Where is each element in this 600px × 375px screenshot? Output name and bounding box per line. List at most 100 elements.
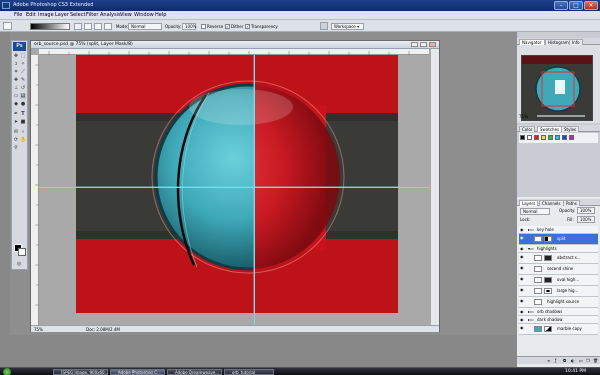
menu-layer[interactable]: Layer [55, 12, 69, 18]
dither-checkbox[interactable]: ✓ [225, 24, 230, 29]
lasso-tool-icon[interactable]: ↄ [13, 61, 19, 67]
healing-brush-tool-icon[interactable]: ✚ [13, 77, 19, 83]
layer-row[interactable]: ◉ marble copy [519, 324, 598, 335]
taskbar-item[interactable]: Adobe Photoshop C... [110, 369, 165, 375]
menu-help[interactable]: Help [155, 12, 166, 18]
layer-row[interactable]: ◉ ▸▭ orb shadows [519, 308, 598, 316]
swatch[interactable] [534, 135, 539, 140]
menu-filter[interactable]: Filter [86, 12, 98, 18]
visibility-eye-icon[interactable]: ◉ [520, 288, 524, 292]
doc-size[interactable]: Doc: 2.08M/2.4M [86, 327, 120, 332]
notes-tool-icon[interactable]: ✉ [13, 129, 19, 135]
linear-gradient-icon[interactable] [74, 23, 82, 30]
path-selection-tool-icon[interactable]: ➤ [13, 119, 19, 125]
visibility-eye-icon[interactable]: ◉ [520, 299, 524, 303]
visibility-eye-icon[interactable]: ◉ [520, 247, 524, 251]
background-color-swatch[interactable] [18, 248, 26, 256]
brush-tool-icon[interactable]: ✎ [20, 77, 26, 83]
layer-row[interactable]: ◉ highlight source [519, 297, 598, 308]
layer-row[interactable]: ◉ ▸▭ dark shadow [519, 316, 598, 324]
tab-layers[interactable]: Layers [519, 200, 539, 206]
reverse-checkbox[interactable] [201, 24, 206, 29]
navigator-thumbnail[interactable] [521, 55, 593, 121]
transparency-checkbox[interactable]: ✓ [245, 24, 250, 29]
add-mask-icon[interactable]: ◘ [563, 358, 566, 363]
navigator-zoom[interactable]: 75% [519, 114, 528, 119]
menu-view[interactable]: View [120, 12, 132, 18]
history-brush-tool-icon[interactable]: ↺ [20, 85, 26, 91]
swatch[interactable] [541, 135, 546, 140]
layer-row[interactable]: ◉ abstract s... [519, 253, 598, 264]
swatch[interactable] [562, 135, 567, 140]
swatch[interactable] [527, 135, 532, 140]
tab-paths[interactable]: Paths [563, 200, 580, 206]
maximize-button[interactable]: □ [569, 1, 583, 10]
type-tool-icon[interactable]: T [20, 111, 26, 117]
gradient-picker[interactable] [30, 23, 70, 30]
visibility-eye-icon[interactable]: ◉ [520, 228, 524, 232]
eraser-tool-icon[interactable]: ▭ [13, 93, 19, 99]
blend-mode-select[interactable]: Normal [520, 208, 550, 215]
layer-row[interactable]: ◉ ▾▭ highlights [519, 245, 598, 253]
zoom-tool-icon[interactable]: ⚲ [13, 145, 19, 151]
swatch[interactable] [569, 135, 574, 140]
layer-mask-thumbnail[interactable] [544, 326, 552, 332]
move-tool-icon[interactable]: ✥ [13, 53, 19, 59]
pen-tool-icon[interactable]: ✒ [13, 111, 19, 117]
vertical-ruler[interactable] [31, 55, 39, 325]
layer-mask-thumbnail[interactable] [544, 288, 552, 294]
mode-select[interactable]: Normal [128, 23, 162, 30]
visibility-eye-icon[interactable]: ◉ [520, 255, 524, 259]
quick-mask-icon[interactable]: ◎ [16, 261, 22, 267]
3d-rotate-tool-icon[interactable]: ⟳ [13, 137, 19, 143]
menu-window[interactable]: Window [134, 12, 154, 18]
workspace-button[interactable]: Workspace ▾ [331, 23, 364, 30]
new-layer-icon[interactable]: ❐ [586, 358, 590, 363]
layer-row[interactable]: ◉ oval high... [519, 275, 598, 286]
brushes-palette-icon[interactable] [320, 22, 328, 30]
layer-row[interactable]: ◉ split [519, 234, 598, 245]
visibility-eye-icon[interactable]: ◉ [520, 310, 524, 314]
swatch[interactable] [520, 135, 525, 140]
visibility-eye-icon[interactable]: ◉ [520, 266, 524, 270]
taskbar-item[interactable]: [SPEG Image, 900x60... [53, 369, 108, 375]
reflected-gradient-icon[interactable] [104, 23, 112, 30]
radial-gradient-icon[interactable] [84, 23, 92, 30]
menu-image[interactable]: Image [38, 12, 54, 18]
visibility-eye-icon[interactable]: ◉ [520, 326, 524, 330]
vertical-scrollbar[interactable] [430, 49, 439, 325]
layer-row[interactable]: ◉ large hig... [519, 286, 598, 297]
taskbar-item[interactable]: orb_tutorial [224, 369, 274, 375]
menu-analysis[interactable]: Analysis [100, 12, 121, 18]
clock[interactable]: 10:41 PM [565, 369, 586, 374]
magic-wand-tool-icon[interactable]: ✧ [20, 61, 26, 67]
blur-tool-icon[interactable]: ◆ [13, 101, 19, 107]
shape-tool-icon[interactable]: ■ [20, 119, 26, 125]
layer-mask-thumbnail[interactable] [544, 236, 552, 242]
tab-styles[interactable]: Styles [561, 126, 580, 132]
layer-row[interactable]: ◉ ▸▭ key hole [519, 226, 598, 234]
eyedropper-tool-icon[interactable]: ⟊ [20, 129, 26, 135]
canvas-area[interactable] [39, 55, 430, 325]
visibility-eye-icon[interactable]: ◉ [520, 318, 524, 322]
menu-select[interactable]: Select [70, 12, 85, 18]
layer-mask-thumbnail[interactable] [544, 277, 552, 283]
clone-stamp-tool-icon[interactable]: ⊥ [13, 85, 19, 91]
close-button[interactable]: × [584, 1, 598, 10]
adjustment-layer-icon[interactable]: ◐ [571, 358, 575, 363]
horizontal-guide[interactable] [39, 187, 430, 188]
tab-channels[interactable]: Channels [539, 200, 564, 206]
opacity-input[interactable]: 100% [182, 23, 196, 30]
layer-mask-thumbnail[interactable] [544, 255, 552, 261]
doc-minimize-button[interactable] [411, 42, 418, 47]
taskbar-item[interactable]: Adobe Dreamweave... [167, 369, 222, 375]
slice-tool-icon[interactable]: ⟋ [20, 69, 26, 75]
zoom-level[interactable]: 75% [34, 327, 43, 332]
start-button[interactable] [3, 368, 11, 375]
crop-tool-icon[interactable]: ⌗ [13, 69, 19, 75]
angle-gradient-icon[interactable] [94, 23, 102, 30]
fx-icon[interactable]: ƒ [555, 358, 556, 363]
trash-icon[interactable]: 🗑 [593, 358, 598, 363]
navigator-zoom-slider[interactable] [537, 115, 585, 117]
layer-fill-input[interactable]: 100% [577, 216, 595, 223]
